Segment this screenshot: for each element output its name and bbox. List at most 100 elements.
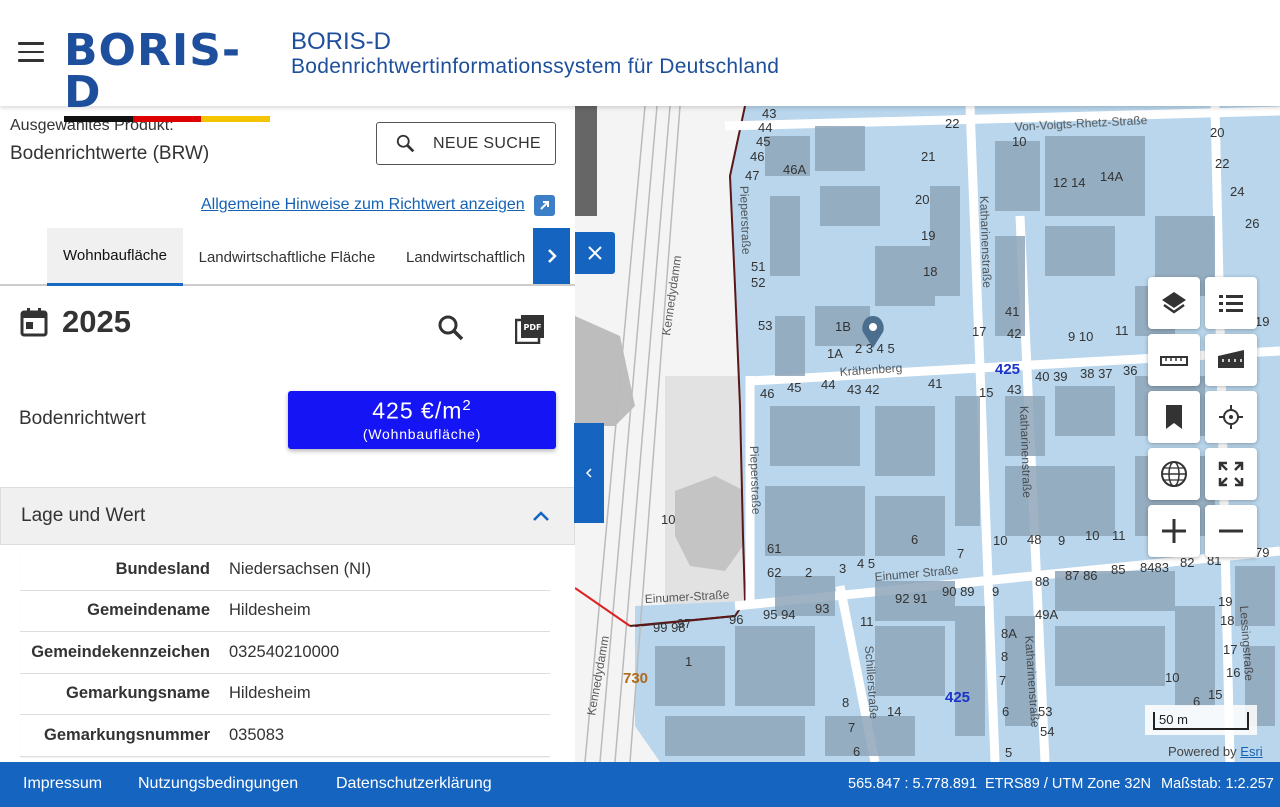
svg-text:18: 18 — [1220, 613, 1234, 628]
row-value: 035083 — [229, 725, 285, 744]
row-key: Gemarkungsnummer — [44, 725, 210, 744]
svg-text:14A: 14A — [1100, 169, 1123, 184]
svg-text:7: 7 — [848, 720, 855, 735]
tab-landwirtschaftlich[interactable]: Landwirtschaftlich — [400, 228, 533, 286]
menu-icon[interactable] — [18, 42, 44, 64]
svg-text:53: 53 — [1038, 704, 1052, 719]
attribution-prefix: Powered by — [1168, 744, 1237, 759]
tab-landwirtschaftliche-flaeche[interactable]: Landwirtschaftliche Fläche — [186, 228, 388, 286]
svg-text:90 89: 90 89 — [942, 584, 975, 599]
external-link-icon[interactable] — [534, 195, 555, 216]
chevron-up-icon — [533, 511, 549, 521]
privacy-link[interactable]: Datenschutzerklärung — [336, 775, 492, 793]
svg-text:21: 21 — [921, 149, 935, 164]
layers-button[interactable] — [1148, 277, 1200, 329]
impressum-link[interactable]: Impressum — [23, 775, 102, 793]
svg-text:8483: 8483 — [1140, 560, 1169, 575]
svg-text:PDF: PDF — [524, 323, 542, 332]
search-icon — [396, 134, 415, 152]
section-lage-und-wert[interactable]: Lage und Wert — [0, 487, 575, 545]
close-panel-button[interactable] — [575, 232, 615, 274]
svg-text:48: 48 — [1027, 532, 1041, 547]
boris-d-logo: BORIS-D — [64, 29, 271, 122]
svg-text:20: 20 — [915, 192, 929, 207]
area-icon — [1218, 350, 1244, 368]
svg-text:95 94: 95 94 — [763, 607, 796, 622]
svg-text:85: 85 — [1111, 562, 1125, 577]
table-row: Gemarkungsname Hildesheim — [20, 673, 550, 715]
year-value: 2025 — [62, 304, 131, 339]
zoom-to-zone-button[interactable] — [437, 314, 465, 342]
svg-text:47: 47 — [745, 168, 759, 183]
svg-text:11: 11 — [1115, 323, 1129, 338]
fullscreen-icon — [1218, 461, 1244, 487]
svg-text:15: 15 — [979, 385, 993, 400]
minus-icon — [1219, 529, 1243, 533]
cursor-coordinates: 565.847 : 5.778.891 — [848, 776, 978, 792]
svg-text:24: 24 — [1230, 184, 1244, 199]
fullscreen-button[interactable] — [1205, 448, 1257, 500]
svg-text:26: 26 — [1245, 216, 1259, 231]
svg-text:45: 45 — [756, 134, 770, 149]
bookmarks-button[interactable] — [1148, 391, 1200, 443]
svg-text:43: 43 — [1007, 382, 1021, 397]
plus-icon — [1162, 519, 1186, 543]
svg-text:44: 44 — [821, 377, 835, 392]
new-search-button[interactable]: NEUE SUCHE — [376, 122, 556, 165]
year-row: 2025 — [20, 304, 131, 340]
svg-text:41: 41 — [928, 376, 942, 391]
chevron-right-icon — [547, 249, 557, 263]
close-icon — [588, 246, 602, 260]
app-footer: Impressum Nutzungsbedingungen Datenschut… — [0, 762, 1280, 807]
zone-label: 425 — [995, 361, 1020, 378]
row-value: Niedersachsen (NI) — [229, 559, 372, 578]
table-row: Gemarkungsnummer 035083 — [20, 715, 550, 757]
esri-link[interactable]: Esri — [1240, 744, 1262, 759]
tab-scroll-right-button[interactable] — [533, 228, 570, 284]
pdf-icon: PDF — [514, 315, 544, 345]
svg-text:41: 41 — [1005, 304, 1019, 319]
svg-text:82: 82 — [1180, 555, 1194, 570]
title-main: BORIS-D — [291, 28, 392, 55]
svg-text:49A: 49A — [1035, 607, 1058, 622]
brw-value-box: 425 €/m2 (Wohnbaufläche) — [288, 391, 556, 449]
svg-text:9: 9 — [992, 584, 999, 599]
locate-button[interactable] — [1205, 391, 1257, 443]
brw-usage: (Wohnbaufläche) — [362, 425, 482, 442]
svg-text:97: 97 — [677, 616, 691, 631]
collapse-panel-button[interactable] — [574, 423, 604, 523]
svg-text:20: 20 — [1210, 125, 1224, 140]
crosshair-icon — [1219, 405, 1243, 429]
calendar-icon — [20, 308, 48, 337]
svg-text:12 14: 12 14 — [1053, 175, 1086, 190]
general-hints-link[interactable]: Allgemeine Hinweise zum Richtwert anzeig… — [201, 196, 525, 214]
zone-label: 425 — [945, 689, 970, 706]
svg-text:19: 19 — [1218, 594, 1232, 609]
zoom-out-button[interactable] — [1205, 505, 1257, 557]
svg-text:62: 62 — [767, 565, 781, 580]
svg-text:9 10: 9 10 — [1068, 329, 1093, 344]
svg-text:11: 11 — [860, 614, 874, 629]
svg-text:51: 51 — [751, 259, 765, 274]
zoom-in-button[interactable] — [1148, 505, 1200, 557]
svg-text:17: 17 — [1223, 642, 1237, 657]
result-panel: Ausgewähltes Produkt: Bodenrichtwerte (B… — [0, 106, 575, 762]
tab-wohnbauflaeche[interactable]: Wohnbaufläche — [47, 228, 183, 286]
brw-label: Bodenrichtwert — [19, 408, 146, 429]
svg-text:4 5: 4 5 — [857, 556, 875, 571]
pdf-export-button[interactable]: PDF — [514, 314, 545, 345]
svg-text:5: 5 — [1005, 745, 1012, 760]
basemap-button[interactable] — [1148, 448, 1200, 500]
table-row: Bundesland Niedersachsen (NI) — [20, 549, 550, 591]
legend-button[interactable] — [1205, 277, 1257, 329]
app-header: BORIS-D BORIS-D Bodenrichtwertinformatio… — [0, 0, 1280, 122]
map-attribution: Powered by Esri — [1168, 744, 1263, 759]
measure-distance-button[interactable] — [1148, 334, 1200, 386]
svg-text:46: 46 — [750, 149, 764, 164]
svg-text:10: 10 — [1165, 670, 1179, 685]
terms-link[interactable]: Nutzungsbedingungen — [138, 775, 298, 793]
measure-area-button[interactable] — [1205, 334, 1257, 386]
svg-text:15: 15 — [1208, 687, 1222, 702]
svg-text:46A: 46A — [783, 162, 806, 177]
svg-text:52: 52 — [751, 275, 765, 290]
